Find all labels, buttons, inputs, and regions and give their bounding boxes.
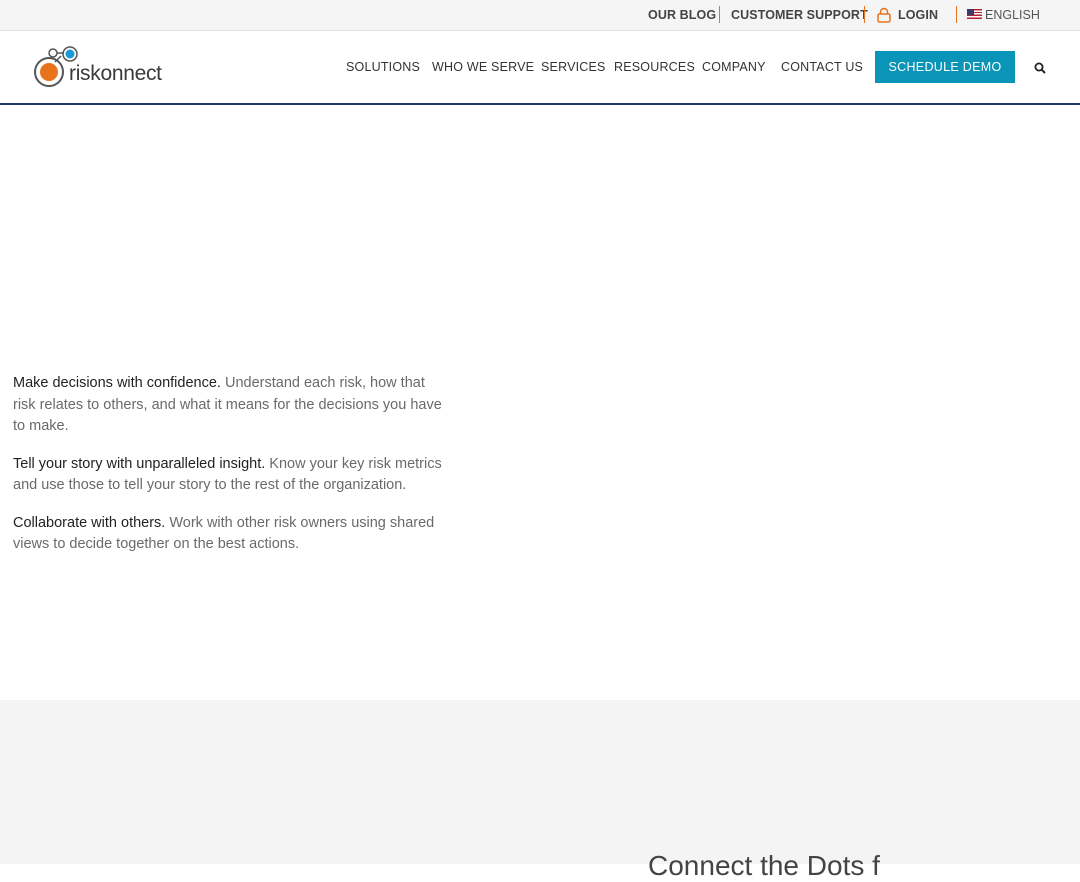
divider — [719, 6, 720, 23]
feature-item: Tell your story with unparalleled insigh… — [13, 454, 443, 497]
logo-wordmark: riskonnect — [69, 62, 162, 85]
riskonnect-logo[interactable]: riskonnect — [33, 44, 163, 92]
section-heading: Connect the Dots f — [648, 850, 880, 881]
nav-resources[interactable]: RESOURCES — [614, 60, 695, 74]
nav-who-we-serve[interactable]: WHO WE SERVE — [432, 60, 534, 74]
feature-item: Collaborate with others. Work with other… — [13, 513, 443, 556]
our-blog-link[interactable]: OUR BLOG — [648, 8, 716, 22]
top-utility-bar: OUR BLOG CUSTOMER SUPPORT LOGIN ENGLISH — [0, 0, 1080, 36]
nav-company[interactable]: COMPANY — [702, 60, 766, 74]
divider — [864, 6, 865, 23]
nav-contact-us[interactable]: CONTACT US — [781, 60, 863, 74]
feature-list: Make decisions with confidence. Understa… — [13, 373, 443, 572]
login-link[interactable]: LOGIN — [898, 8, 938, 22]
feature-title: Make decisions with confidence. — [13, 375, 221, 391]
divider — [956, 6, 957, 23]
main-header: riskonnect SOLUTIONS WHO WE SERVE SERVIC… — [0, 31, 1080, 105]
feature-title: Tell your story with unparalleled insigh… — [13, 455, 266, 472]
language-label: ENGLISH — [985, 8, 1040, 22]
feature-title: Collaborate with others. — [13, 514, 166, 531]
nav-solutions[interactable]: SOLUTIONS — [346, 60, 420, 74]
lock-icon — [877, 7, 891, 28]
nav-services[interactable]: SERVICES — [541, 60, 606, 74]
language-selector[interactable]: ENGLISH — [967, 8, 1040, 22]
feature-item: Make decisions with confidence. Understa… — [13, 373, 443, 438]
customer-support-link[interactable]: CUSTOMER SUPPORT — [731, 8, 868, 22]
us-flag-icon — [967, 9, 982, 19]
next-section: Connect the Dots f — [0, 700, 1080, 881]
schedule-demo-button[interactable]: SCHEDULE DEMO — [875, 51, 1015, 83]
search-icon[interactable] — [1034, 61, 1046, 74]
